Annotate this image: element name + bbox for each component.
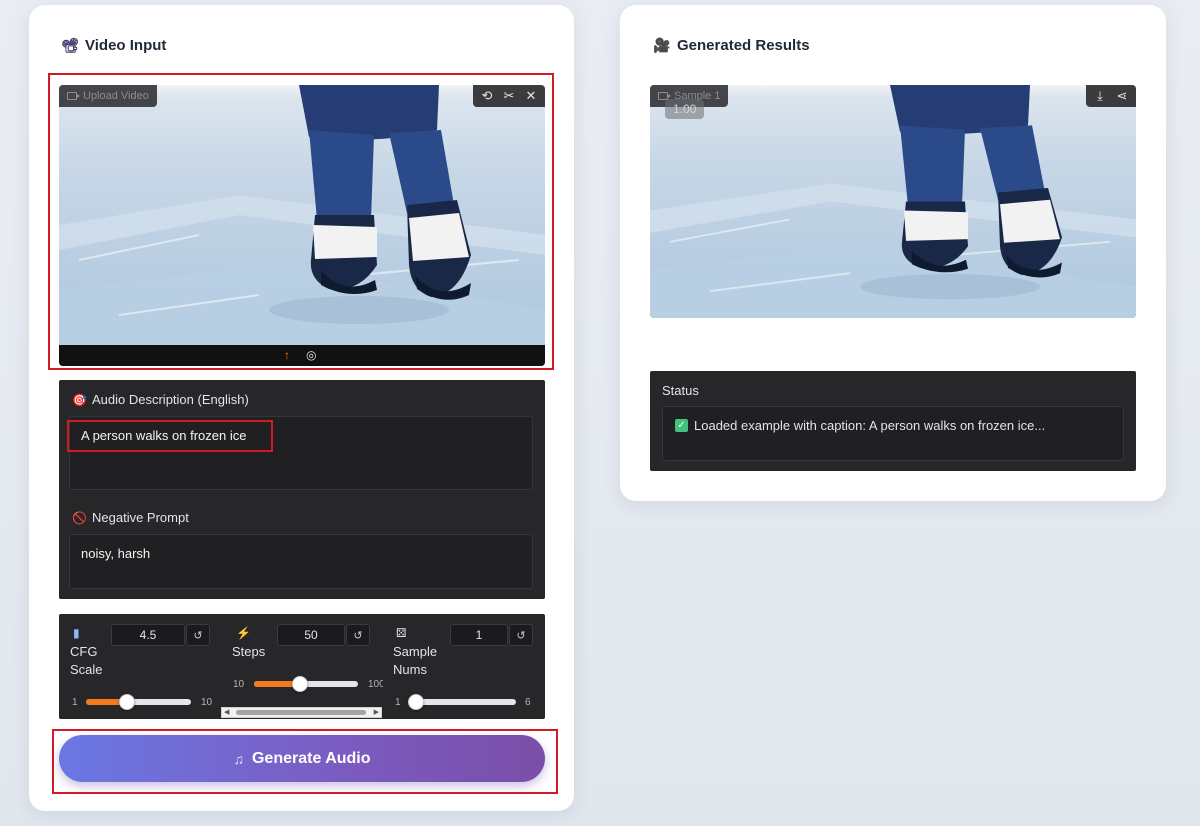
- video-control-bar: ↑ ◎: [59, 345, 545, 366]
- video-input-title: 📽 Video Input: [61, 37, 167, 54]
- webcam-icon[interactable]: ◎: [306, 348, 316, 362]
- status-panel: Status ✓ Loaded example with caption: A …: [650, 371, 1136, 471]
- steps-slider[interactable]: [254, 676, 358, 692]
- steps-min: 10: [233, 679, 245, 690]
- generate-audio-button[interactable]: ♫ Generate Audio: [59, 735, 545, 782]
- dice-icon: ⚄: [396, 626, 407, 640]
- generated-results-title: 🎥 Generated Results: [653, 37, 810, 54]
- negative-prompt-input[interactable]: noisy, harsh: [69, 534, 533, 589]
- check-icon: ✓: [675, 419, 688, 432]
- video-camera-icon: [67, 92, 80, 100]
- close-icon[interactable]: ✕: [521, 87, 541, 105]
- ruler-icon: ▮: [73, 626, 80, 640]
- result-video-tools: ⤓ ⋖: [1086, 85, 1136, 107]
- cfg-min: 1: [72, 697, 78, 708]
- steps-max: 100: [368, 679, 383, 690]
- steps-reset-button[interactable]: ↺: [346, 624, 370, 646]
- sample-nums-min: 1: [395, 697, 401, 708]
- sample-nums-max: 6: [525, 697, 531, 708]
- result-video-frame: [650, 85, 1136, 318]
- steps-input[interactable]: 50: [277, 624, 345, 646]
- status-label: Status: [662, 383, 699, 398]
- cfg-scale-label: CFG Scale: [70, 644, 103, 677]
- sample-nums-reset-button[interactable]: ↺: [509, 624, 533, 646]
- cfg-reset-button[interactable]: ↺: [186, 624, 210, 646]
- film-projector-icon: 📽: [61, 37, 79, 53]
- sample-nums-label: Sample Nums: [393, 644, 438, 677]
- playback-speed-badge[interactable]: 1.00: [665, 99, 705, 119]
- sample-nums-slider-thumb[interactable]: [408, 694, 424, 710]
- steps-slider-thumb[interactable]: [291, 676, 308, 692]
- scroll-left-icon[interactable]: ◀: [224, 708, 229, 718]
- scroll-right-icon[interactable]: ▶: [374, 708, 379, 718]
- status-output: ✓ Loaded example with caption: A person …: [662, 406, 1124, 461]
- share-icon[interactable]: ⋖: [1112, 87, 1132, 105]
- cfg-slider[interactable]: [86, 694, 191, 710]
- sample-nums-slider[interactable]: [408, 694, 516, 710]
- music-note-icon: ♫: [233, 750, 244, 767]
- upload-icon[interactable]: ↑: [284, 348, 290, 362]
- sample-nums-input[interactable]: 1: [450, 624, 508, 646]
- audio-description-label: 🎯 Audio Description (English): [72, 392, 249, 407]
- video-tools: ⟲ ✂ ✕: [473, 85, 545, 107]
- sample-video-player[interactable]: Sample 1 ⤓ ⋖: [650, 85, 1136, 318]
- scrollbar-thumb[interactable]: [236, 710, 366, 715]
- undo-icon[interactable]: ⟲: [477, 87, 497, 105]
- cfg-max: 10: [201, 697, 213, 708]
- cfg-slider-thumb[interactable]: [118, 694, 135, 710]
- params-horizontal-scrollbar[interactable]: ◀ ▶: [221, 707, 382, 718]
- movie-camera-icon: 🎥: [653, 37, 671, 53]
- dart-icon: 🎯: [72, 392, 87, 407]
- download-icon[interactable]: ⤓: [1090, 87, 1110, 105]
- scissors-icon[interactable]: ✂: [499, 87, 519, 105]
- upload-video-label: Upload Video: [59, 85, 157, 107]
- steps-label: Steps: [232, 644, 266, 659]
- upload-video-player[interactable]: ↑ ◎ Upload Video ⟲ ✂ ✕: [59, 85, 545, 366]
- cfg-scale-input[interactable]: 4.5: [111, 624, 185, 646]
- negative-prompt-label: 🚫 Negative Prompt: [72, 510, 189, 525]
- status-text: Loaded example with caption: A person wa…: [694, 418, 1046, 433]
- prohibited-icon: 🚫: [72, 510, 87, 525]
- audio-description-input[interactable]: A person walks on frozen ice: [69, 416, 533, 490]
- lightning-icon: ⚡: [236, 626, 251, 640]
- video-frame: [59, 85, 545, 345]
